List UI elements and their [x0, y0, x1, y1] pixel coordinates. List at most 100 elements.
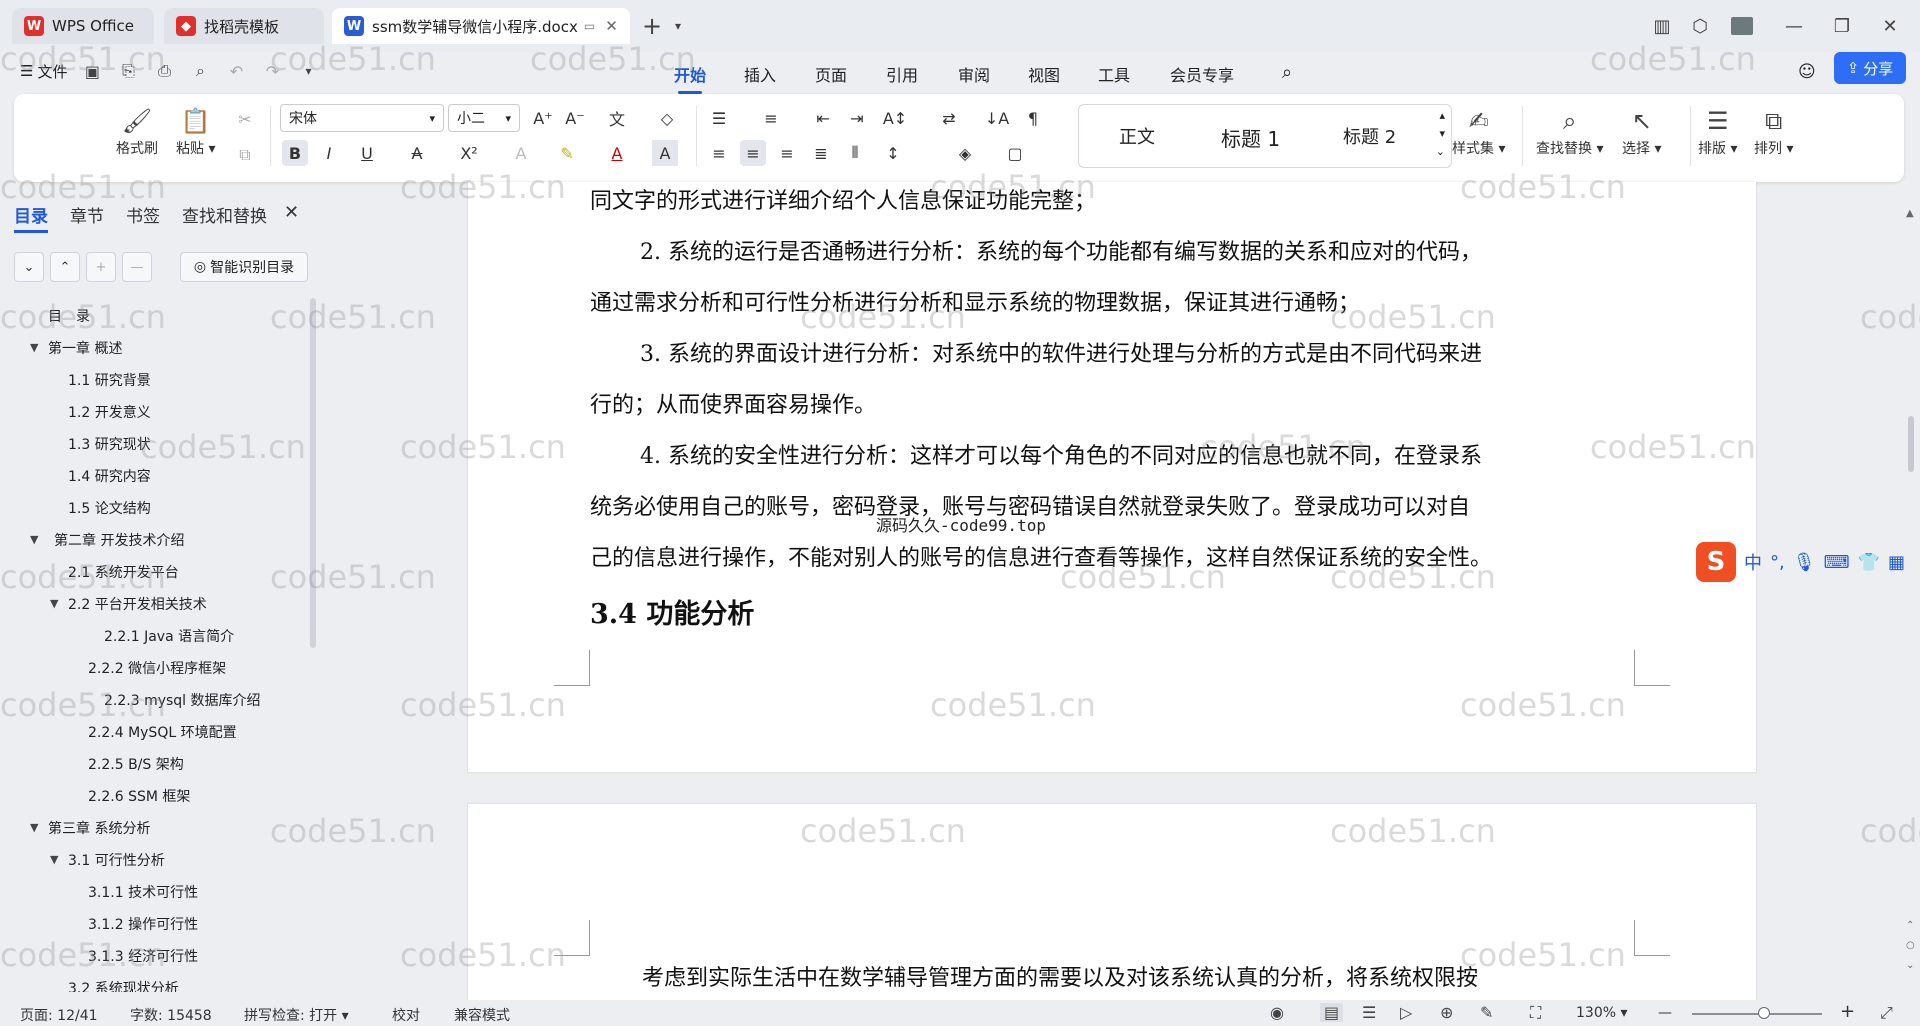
- word-count[interactable]: 字数: 15458: [130, 1005, 212, 1025]
- increase-indent-icon[interactable]: ⇥: [844, 105, 870, 131]
- menu-file[interactable]: ☰ 文件: [20, 61, 67, 82]
- expand-up-button[interactable]: ⌃: [50, 252, 80, 282]
- minimize-icon[interactable]: —: [1780, 12, 1808, 40]
- page-indicator[interactable]: 页面: 12/41: [20, 1005, 98, 1025]
- style-heading2[interactable]: 标题 2: [1343, 123, 1396, 149]
- print-preview-icon[interactable]: ⌕: [189, 60, 211, 82]
- toc-item[interactable]: 第二章 开发技术介绍: [54, 530, 184, 550]
- proofread-button[interactable]: 校对: [392, 1005, 420, 1025]
- align-center-icon[interactable]: ≡: [740, 140, 766, 166]
- sort-icon[interactable]: ↓A: [984, 105, 1010, 131]
- layout-icon[interactable]: ▥: [1648, 12, 1676, 40]
- toc-item[interactable]: 1.5 论文结构: [68, 498, 151, 518]
- toc-item[interactable]: 2.2 平台开发相关技术: [68, 594, 207, 614]
- toc-item[interactable]: 1.1 研究背景: [68, 370, 151, 390]
- toc-item[interactable]: 3.1.2 操作可行性: [88, 914, 198, 934]
- nav-tab-toc[interactable]: 目录: [14, 202, 48, 233]
- distribute-icon[interactable]: ⦀: [842, 140, 868, 166]
- web-view-icon[interactable]: ⊕: [1440, 1003, 1453, 1022]
- zoom-out-button[interactable]: —: [1658, 1005, 1672, 1021]
- shrink-font-icon[interactable]: A⁻: [562, 105, 588, 131]
- gallery-scroll-up-icon[interactable]: ▴: [1439, 109, 1445, 122]
- text-direction-icon[interactable]: A↕: [882, 105, 908, 131]
- zoom-slider[interactable]: [1692, 1013, 1822, 1015]
- nav-scrollbar[interactable]: [310, 298, 316, 648]
- skin-icon[interactable]: 👕: [1858, 552, 1880, 573]
- toc-item[interactable]: 3.1.3 经济可行性: [88, 946, 198, 966]
- bullet-list-icon[interactable]: ☰: [706, 105, 732, 131]
- save-icon[interactable]: ▣: [81, 60, 103, 82]
- prev-page-icon[interactable]: ⌃: [1906, 920, 1914, 931]
- expand-caret-icon[interactable]: ▼: [30, 533, 38, 546]
- more-chevron-icon[interactable]: ▾: [297, 60, 319, 82]
- cube-icon[interactable]: ⬡: [1686, 12, 1714, 40]
- menu-tab-insert[interactable]: 插入: [744, 62, 776, 86]
- remove-toc-button[interactable]: —: [122, 252, 152, 282]
- toc-item[interactable]: 2.2.3 mysql 数据库介绍: [104, 690, 261, 710]
- nav-tab-find-replace[interactable]: 查找和替换: [182, 202, 267, 227]
- play-icon[interactable]: ▷: [1400, 1003, 1412, 1022]
- zoom-slider-knob[interactable]: [1758, 1007, 1770, 1019]
- redo-icon[interactable]: ↷: [261, 60, 283, 82]
- menu-tab-references[interactable]: 引用: [886, 62, 918, 86]
- share-button[interactable]: ⇪ 分享: [1834, 52, 1906, 84]
- tab-wps-office[interactable]: W WPS Office: [12, 8, 154, 44]
- keyboard-icon[interactable]: ⌨: [1824, 552, 1850, 573]
- toc-item[interactable]: 1.4 研究内容: [68, 466, 151, 486]
- toc-item[interactable]: 2.2.4 MySQL 环境配置: [88, 722, 237, 742]
- justify-icon[interactable]: ≣: [808, 140, 834, 166]
- style-normal[interactable]: 正文: [1119, 123, 1155, 149]
- expand-caret-icon[interactable]: ▼: [30, 341, 38, 354]
- gallery-expand-icon[interactable]: ⌄: [1436, 145, 1445, 158]
- font-color-icon[interactable]: A: [604, 140, 630, 166]
- paste-button[interactable]: 📋 粘贴 ▾: [176, 104, 215, 158]
- toc-item[interactable]: 第一章 概述: [48, 338, 122, 358]
- toc-item[interactable]: 2.2.6 SSM 框架: [88, 786, 190, 806]
- toc-item[interactable]: 目 录: [48, 306, 90, 326]
- menu-tab-review[interactable]: 审阅: [958, 62, 990, 86]
- style-set-button[interactable]: ✍ 样式集 ▾: [1452, 104, 1505, 158]
- add-toc-button[interactable]: +: [86, 252, 116, 282]
- menu-tab-tools[interactable]: 工具: [1098, 62, 1130, 86]
- new-tab-button[interactable]: +: [638, 12, 666, 40]
- sogou-logo-icon[interactable]: S: [1696, 542, 1736, 582]
- nav-tab-bookmarks[interactable]: 书签: [126, 202, 160, 227]
- toc-item[interactable]: 1.3 研究现状: [68, 434, 151, 454]
- cut-icon[interactable]: ✂: [232, 106, 258, 132]
- font-name-select[interactable]: 宋体 ▾: [280, 104, 444, 132]
- next-page-icon[interactable]: ⌄: [1906, 960, 1914, 971]
- toc-item[interactable]: 2.2.2 微信小程序框架: [88, 658, 226, 678]
- collapse-all-button[interactable]: ⌄: [14, 252, 44, 282]
- browse-object-icon[interactable]: ○: [1906, 940, 1915, 951]
- close-window-icon[interactable]: ✕: [1876, 12, 1904, 40]
- convert-icon[interactable]: ⇄: [936, 105, 962, 131]
- clear-format-icon[interactable]: ◇: [654, 105, 680, 131]
- zoom-level[interactable]: 130% ▾: [1576, 1005, 1628, 1021]
- export-icon[interactable]: ⎘: [117, 60, 139, 82]
- avatar[interactable]: [1728, 12, 1756, 40]
- toc-item[interactable]: 3.1.1 技术可行性: [88, 882, 198, 902]
- print-icon[interactable]: ⎙: [153, 60, 175, 82]
- toc-item[interactable]: 2.2.1 Java 语言简介: [104, 626, 234, 646]
- close-tab-icon[interactable]: ✕: [605, 17, 618, 35]
- arrange-button[interactable]: ⧉ 排列 ▾: [1754, 104, 1793, 158]
- ime-punctuation[interactable]: °,: [1770, 552, 1785, 573]
- show-marks-icon[interactable]: ¶: [1020, 105, 1046, 131]
- microphone-icon[interactable]: 🎙: [1793, 552, 1816, 573]
- menu-tab-view[interactable]: 视图: [1028, 62, 1060, 86]
- select-button[interactable]: ↖ 选择 ▾: [1622, 104, 1661, 158]
- border-icon[interactable]: ▢: [1002, 140, 1028, 166]
- zoom-in-button[interactable]: +: [1840, 1001, 1855, 1022]
- pinyin-icon[interactable]: 文: [604, 105, 630, 131]
- outline-view-icon[interactable]: ☰: [1362, 1003, 1376, 1022]
- toc-item[interactable]: 1.2 开发意义: [68, 402, 151, 422]
- grow-font-icon[interactable]: A⁺: [530, 105, 556, 131]
- menu-tab-member[interactable]: 会员专享: [1170, 62, 1234, 86]
- toc-item[interactable]: 2.1 系统开发平台: [68, 562, 179, 582]
- scroll-thumb[interactable]: [1908, 416, 1914, 472]
- eye-icon[interactable]: ◉: [1270, 1003, 1284, 1022]
- maximize-icon[interactable]: ❐: [1828, 12, 1856, 40]
- toc-item[interactable]: 2.2.5 B/S 架构: [88, 754, 184, 774]
- tab-list-chevron-icon[interactable]: ▾: [664, 12, 692, 40]
- pen-mode-icon[interactable]: ✎: [1480, 1003, 1493, 1022]
